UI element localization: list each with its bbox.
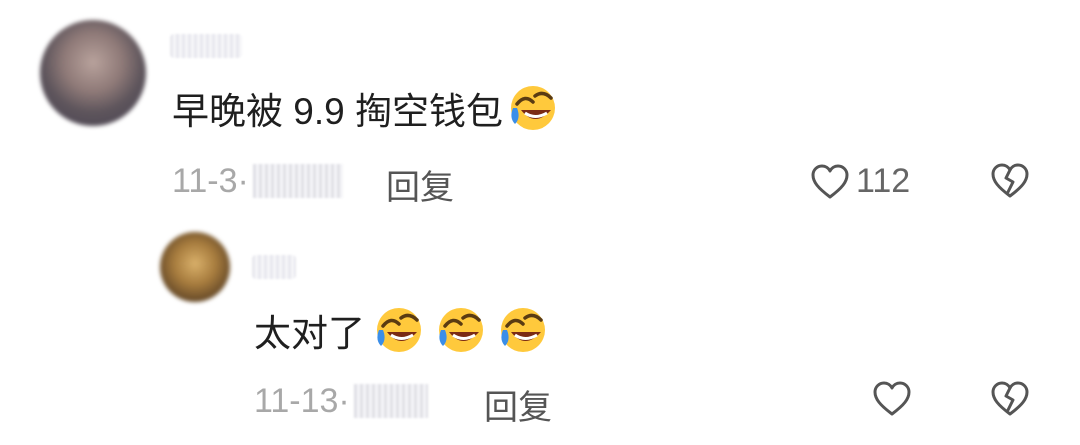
- broken-heart-icon: [990, 380, 1030, 418]
- laughing-crying-emoji: [435, 304, 487, 356]
- comment-date: 11-13·: [254, 381, 350, 420]
- ip-location-blurred: [252, 164, 343, 198]
- avatar[interactable]: [160, 232, 230, 302]
- laughing-crying-emoji: [497, 304, 549, 356]
- laughing-crying-emoji: [373, 304, 425, 356]
- comment-content: 早晚被 9.9 掏空钱包: [172, 80, 559, 136]
- comment-meta: 11-3·: [172, 158, 343, 204]
- broken-heart-icon: [990, 162, 1030, 200]
- heart-icon: [872, 380, 912, 418]
- reply-button[interactable]: 回复: [386, 160, 454, 209]
- comment-date: 11-3·: [172, 161, 249, 200]
- username-blurred[interactable]: [170, 34, 242, 58]
- comment-text: 太对了: [254, 313, 365, 354]
- laughing-crying-emoji: [507, 82, 559, 134]
- dislike-button[interactable]: [990, 380, 1030, 418]
- like-button[interactable]: 112: [810, 162, 910, 201]
- like-button[interactable]: [872, 380, 912, 418]
- like-count: 112: [856, 162, 911, 200]
- username-blurred[interactable]: [252, 255, 296, 279]
- avatar[interactable]: [40, 20, 146, 126]
- comment-content: 太对了: [254, 302, 549, 358]
- heart-icon: [810, 163, 850, 201]
- ip-location-blurred: [353, 384, 428, 418]
- comment-text: 早晚被 9.9 掏空钱包: [172, 91, 503, 132]
- dislike-button[interactable]: [990, 162, 1030, 200]
- reply-button[interactable]: 回复: [484, 380, 552, 429]
- comment-meta: 11-13·: [254, 378, 428, 424]
